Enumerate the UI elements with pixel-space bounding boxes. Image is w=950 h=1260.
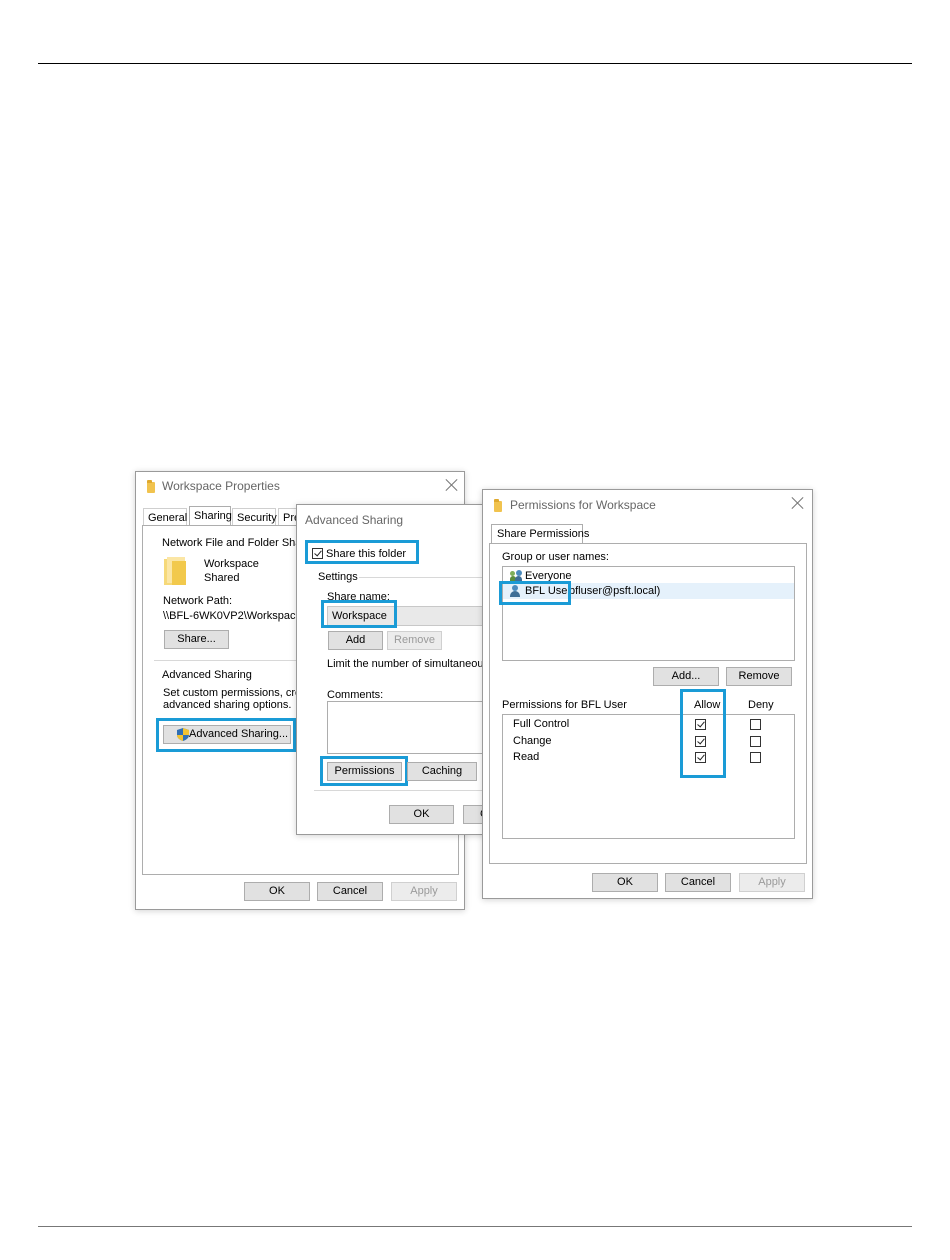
highlight-permissions	[320, 756, 408, 786]
permissions-list	[502, 714, 795, 839]
ok-button[interactable]: OK	[389, 805, 454, 824]
folder-icon	[494, 499, 502, 512]
add-button[interactable]: Add...	[653, 667, 719, 686]
comments-label: Comments:	[327, 689, 384, 701]
deny-change-checkbox[interactable]	[750, 736, 761, 747]
highlight-advanced-sharing	[156, 718, 296, 752]
add-button[interactable]: Add	[328, 631, 383, 650]
user-bfl-email: bfluser@psft.local)	[569, 585, 661, 597]
highlight-share-this-folder	[305, 540, 419, 564]
title-bar: Permissions for Workspace	[483, 490, 812, 518]
perm-full-control: Full Control	[513, 718, 570, 730]
bottom-rule	[38, 1226, 912, 1227]
advanced-sharing-heading: Advanced Sharing	[162, 669, 252, 681]
cancel-button[interactable]: Cancel	[665, 873, 731, 892]
deny-read-checkbox[interactable]	[750, 752, 761, 763]
apply-button[interactable]: Apply	[391, 882, 457, 901]
perm-change: Change	[513, 735, 552, 747]
title-bar: Advanced Sharing	[297, 505, 491, 533]
folder-icon	[147, 480, 155, 493]
perm-read: Read	[513, 751, 540, 763]
close-icon[interactable]	[443, 476, 461, 494]
deny-full-control-checkbox[interactable]	[750, 719, 761, 730]
tab-general[interactable]: General	[143, 508, 187, 526]
top-rule	[38, 63, 912, 64]
network-path-value: \\BFL-6WK0VP2\Workspace	[163, 610, 302, 622]
highlight-share-name	[321, 600, 397, 628]
ok-button[interactable]: OK	[244, 882, 310, 901]
folder-status: Shared	[204, 572, 240, 584]
remove-button[interactable]: Remove	[387, 631, 442, 650]
title-bar: Workspace Properties	[136, 472, 464, 500]
comments-textarea[interactable]	[327, 701, 493, 754]
cancel-button[interactable]: Cancel	[317, 882, 383, 901]
advanced-sharing-window: Advanced Sharing Share this folder Setti…	[296, 504, 504, 835]
highlight-allow-column	[680, 689, 726, 778]
tab-security[interactable]: Security	[232, 508, 277, 526]
window-title: Advanced Sharing	[305, 513, 404, 527]
tab-share-permissions[interactable]: Share Permissions	[491, 524, 589, 544]
caching-button[interactable]: Caching	[407, 762, 477, 781]
tab-sharing[interactable]: Sharing	[189, 506, 232, 526]
deny-header: Deny	[748, 699, 774, 711]
settings-group-line	[359, 577, 489, 578]
apply-button[interactable]: Apply	[739, 873, 805, 892]
limit-users-text: Limit the number of simultaneous us	[327, 658, 504, 670]
advanced-sharing-desc-1: Set custom permissions, create	[163, 687, 317, 699]
permissions-for-label: Permissions for BFL User	[502, 699, 627, 711]
share-button[interactable]: Share...	[164, 630, 229, 649]
window-title: Workspace Properties	[162, 479, 280, 493]
advanced-sharing-desc-2: advanced sharing options.	[163, 699, 292, 711]
remove-button[interactable]: Remove	[726, 667, 792, 686]
ok-button[interactable]: OK	[592, 873, 658, 892]
settings-group-bottom	[314, 790, 489, 791]
network-path-label: Network Path:	[163, 595, 233, 607]
group-names-label: Group or user names:	[502, 551, 609, 563]
folder-icon-large	[164, 557, 188, 585]
close-icon[interactable]	[789, 494, 807, 512]
window-title: Permissions for Workspace	[510, 498, 656, 512]
highlight-bfl-user	[499, 581, 571, 605]
settings-group-label: Settings	[318, 571, 358, 583]
divider	[154, 660, 299, 661]
folder-name: Workspace	[204, 558, 259, 570]
permissions-window: Permissions for Workspace Share Permissi…	[482, 489, 813, 899]
